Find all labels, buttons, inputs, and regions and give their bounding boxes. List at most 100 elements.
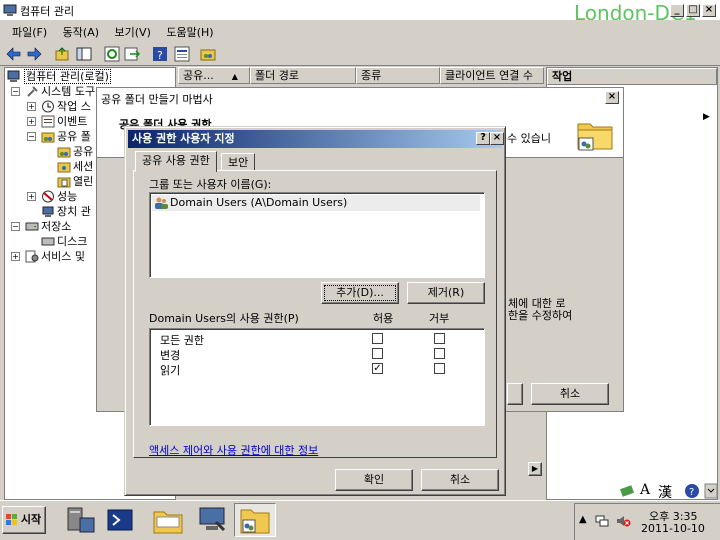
export-list-icon[interactable]	[124, 46, 140, 62]
column-folder-path[interactable]: 폴더 경로	[250, 67, 356, 84]
forward-arrow-icon[interactable]	[26, 46, 42, 62]
help-icon[interactable]: ?	[152, 46, 168, 62]
tree-item-shared-folders[interactable]: − 공유 폴	[27, 129, 91, 144]
clock-icon	[42, 100, 54, 113]
column-client-connections[interactable]: 클라이언트 연결 수	[440, 67, 544, 84]
dialog-title: 사용 권한 사용자 지정	[132, 132, 235, 145]
properties-icon[interactable]	[174, 46, 190, 62]
tree-item-system-tools[interactable]: − 시스템 도구	[11, 84, 95, 99]
column-share-name[interactable]: 공유... ▲	[178, 67, 250, 84]
change-deny-checkbox[interactable]	[434, 348, 445, 359]
cancel-button[interactable]: 취소	[421, 469, 499, 491]
show-hide-tree-icon[interactable]	[76, 46, 92, 62]
collapse-icon[interactable]: −	[11, 87, 20, 96]
folder-share-icon	[577, 123, 613, 151]
menu-view[interactable]: 보기(V)	[109, 20, 157, 40]
add-button[interactable]: 추가(D)...	[321, 282, 399, 304]
computer-management-icon	[7, 70, 20, 82]
share-list-header: 공유... ▲ 폴더 경로 종류 클라이언트 연결 수	[178, 67, 544, 84]
dialog-close-button[interactable]: ×	[490, 132, 504, 145]
clock-date[interactable]: 2011-10-10	[641, 522, 705, 535]
close-window-button[interactable]: ×	[702, 4, 716, 17]
allow-header: 허용	[373, 312, 394, 325]
tree-item-open-files[interactable]: 열린	[57, 174, 93, 189]
tree-label: 공유	[73, 145, 94, 158]
menu-action[interactable]: 동작(A)	[57, 20, 105, 40]
user-list-item[interactable]: Domain Users (A\Domain Users)	[152, 195, 480, 211]
expand-icon[interactable]: +	[27, 102, 36, 111]
new-share-icon[interactable]	[200, 46, 216, 62]
group-users-label: 그룹 또는 사용자 이름(G):	[149, 178, 272, 191]
access-control-help-link[interactable]: 액세스 제어와 사용 권한에 대한 정보	[149, 442, 318, 458]
wizard-desc-3: 한을 수정하여	[508, 309, 573, 322]
tree-label: 시스템 도구	[41, 85, 96, 98]
menu-file[interactable]: 파일(F)	[6, 20, 53, 40]
change-allow-checkbox[interactable]	[372, 348, 383, 359]
tree-item-device-manager[interactable]: 장치 관	[41, 204, 91, 219]
tree-item-task-scheduler[interactable]: + 작업 스	[27, 99, 91, 114]
expand-arrow-icon[interactable]: ▶	[703, 112, 710, 122]
collapse-icon[interactable]: −	[27, 132, 36, 141]
column-type[interactable]: 종류	[356, 67, 440, 84]
input-mode-a[interactable]: A	[640, 482, 650, 498]
wizard-cancel-button[interactable]: 취소	[531, 383, 609, 405]
back-arrow-icon[interactable]	[6, 46, 22, 62]
customize-permissions-dialog: 사용 권한 사용자 지정 ? × 공유 사용 권한 보안 그룹 또는 사용자 이…	[124, 126, 506, 496]
language-bar-options-icon[interactable]	[704, 483, 718, 499]
permission-name: 모든 권한	[160, 334, 204, 347]
user-group-icon	[155, 197, 168, 209]
ok-button[interactable]: 확인	[335, 469, 413, 491]
wizard-close-button[interactable]: ×	[605, 91, 619, 104]
network-icon[interactable]	[595, 514, 609, 528]
minimize-button[interactable]: _	[670, 4, 684, 17]
tree-item-event-viewer[interactable]: + 이벤트	[27, 114, 87, 129]
full-control-allow-checkbox[interactable]	[372, 333, 383, 344]
main-title-bar: 컴퓨터 관리 London-DC1 _ □ ×	[0, 0, 720, 25]
refresh-icon[interactable]	[104, 46, 120, 62]
read-deny-checkbox[interactable]	[434, 363, 445, 374]
tab-panel: 그룹 또는 사용자 이름(G): Domain Users (A\Domain …	[133, 170, 497, 458]
tree-label: 세션	[73, 160, 94, 173]
active-task-highlight[interactable]	[234, 503, 276, 537]
wizard-back-partial-button[interactable]	[507, 383, 523, 405]
list-scroll-right-button[interactable]: ▶	[528, 462, 542, 476]
session-icon	[57, 162, 71, 173]
tab-security[interactable]: 보안	[221, 153, 256, 171]
maximize-button[interactable]: □	[686, 4, 700, 17]
menu-bar: 파일(F) 동작(A) 보기(V) 도움말(H)	[0, 20, 720, 42]
volume-muted-icon[interactable]	[615, 514, 631, 528]
explorer-icon[interactable]	[148, 504, 188, 536]
tools-icon	[27, 86, 38, 97]
language-settings-icon[interactable]	[620, 484, 634, 498]
collapse-icon[interactable]: −	[11, 222, 20, 231]
wizard-desc-1: 수 있습니	[507, 132, 551, 145]
tree-item-disk-management[interactable]: 디스크	[41, 234, 87, 249]
deny-header: 거부	[429, 312, 450, 325]
tree-item-storage[interactable]: − 저장소	[11, 219, 71, 234]
tray-expand-icon[interactable]: ▲	[579, 514, 587, 525]
read-allow-checkbox[interactable]: ✓	[372, 363, 383, 374]
user-list[interactable]: Domain Users (A\Domain Users)	[149, 192, 485, 278]
expand-icon[interactable]: +	[27, 117, 36, 126]
tree-label: 열린	[73, 175, 94, 188]
remove-button[interactable]: 제거(R)	[407, 282, 485, 304]
full-control-deny-checkbox[interactable]	[434, 333, 445, 344]
tab-share-permissions[interactable]: 공유 사용 권한	[135, 151, 217, 172]
input-mode-hanja[interactable]: 漢	[658, 482, 672, 502]
tree-item-sessions[interactable]: 세션	[57, 159, 93, 174]
expand-icon[interactable]: +	[11, 252, 20, 261]
server-manager-icon[interactable]	[60, 504, 100, 536]
menu-help[interactable]: 도움말(H)	[160, 20, 219, 40]
computer-management-task-icon[interactable]	[192, 504, 232, 536]
start-button[interactable]: 시작	[2, 506, 46, 534]
tree-item-computer-management[interactable]: 컴퓨터 관리(로컬)	[7, 69, 111, 84]
tree-item-performance[interactable]: + 성능	[27, 189, 77, 204]
help-circle-icon[interactable]: ?	[684, 483, 700, 499]
tree-item-services[interactable]: + 서비스 및	[11, 249, 85, 264]
dialog-help-button[interactable]: ?	[476, 132, 490, 145]
up-folder-icon[interactable]	[54, 46, 70, 62]
expand-icon[interactable]: +	[27, 192, 36, 201]
shared-folder-icon	[41, 132, 55, 143]
powershell-icon[interactable]	[100, 504, 140, 536]
tree-item-shares[interactable]: 공유	[57, 144, 93, 159]
